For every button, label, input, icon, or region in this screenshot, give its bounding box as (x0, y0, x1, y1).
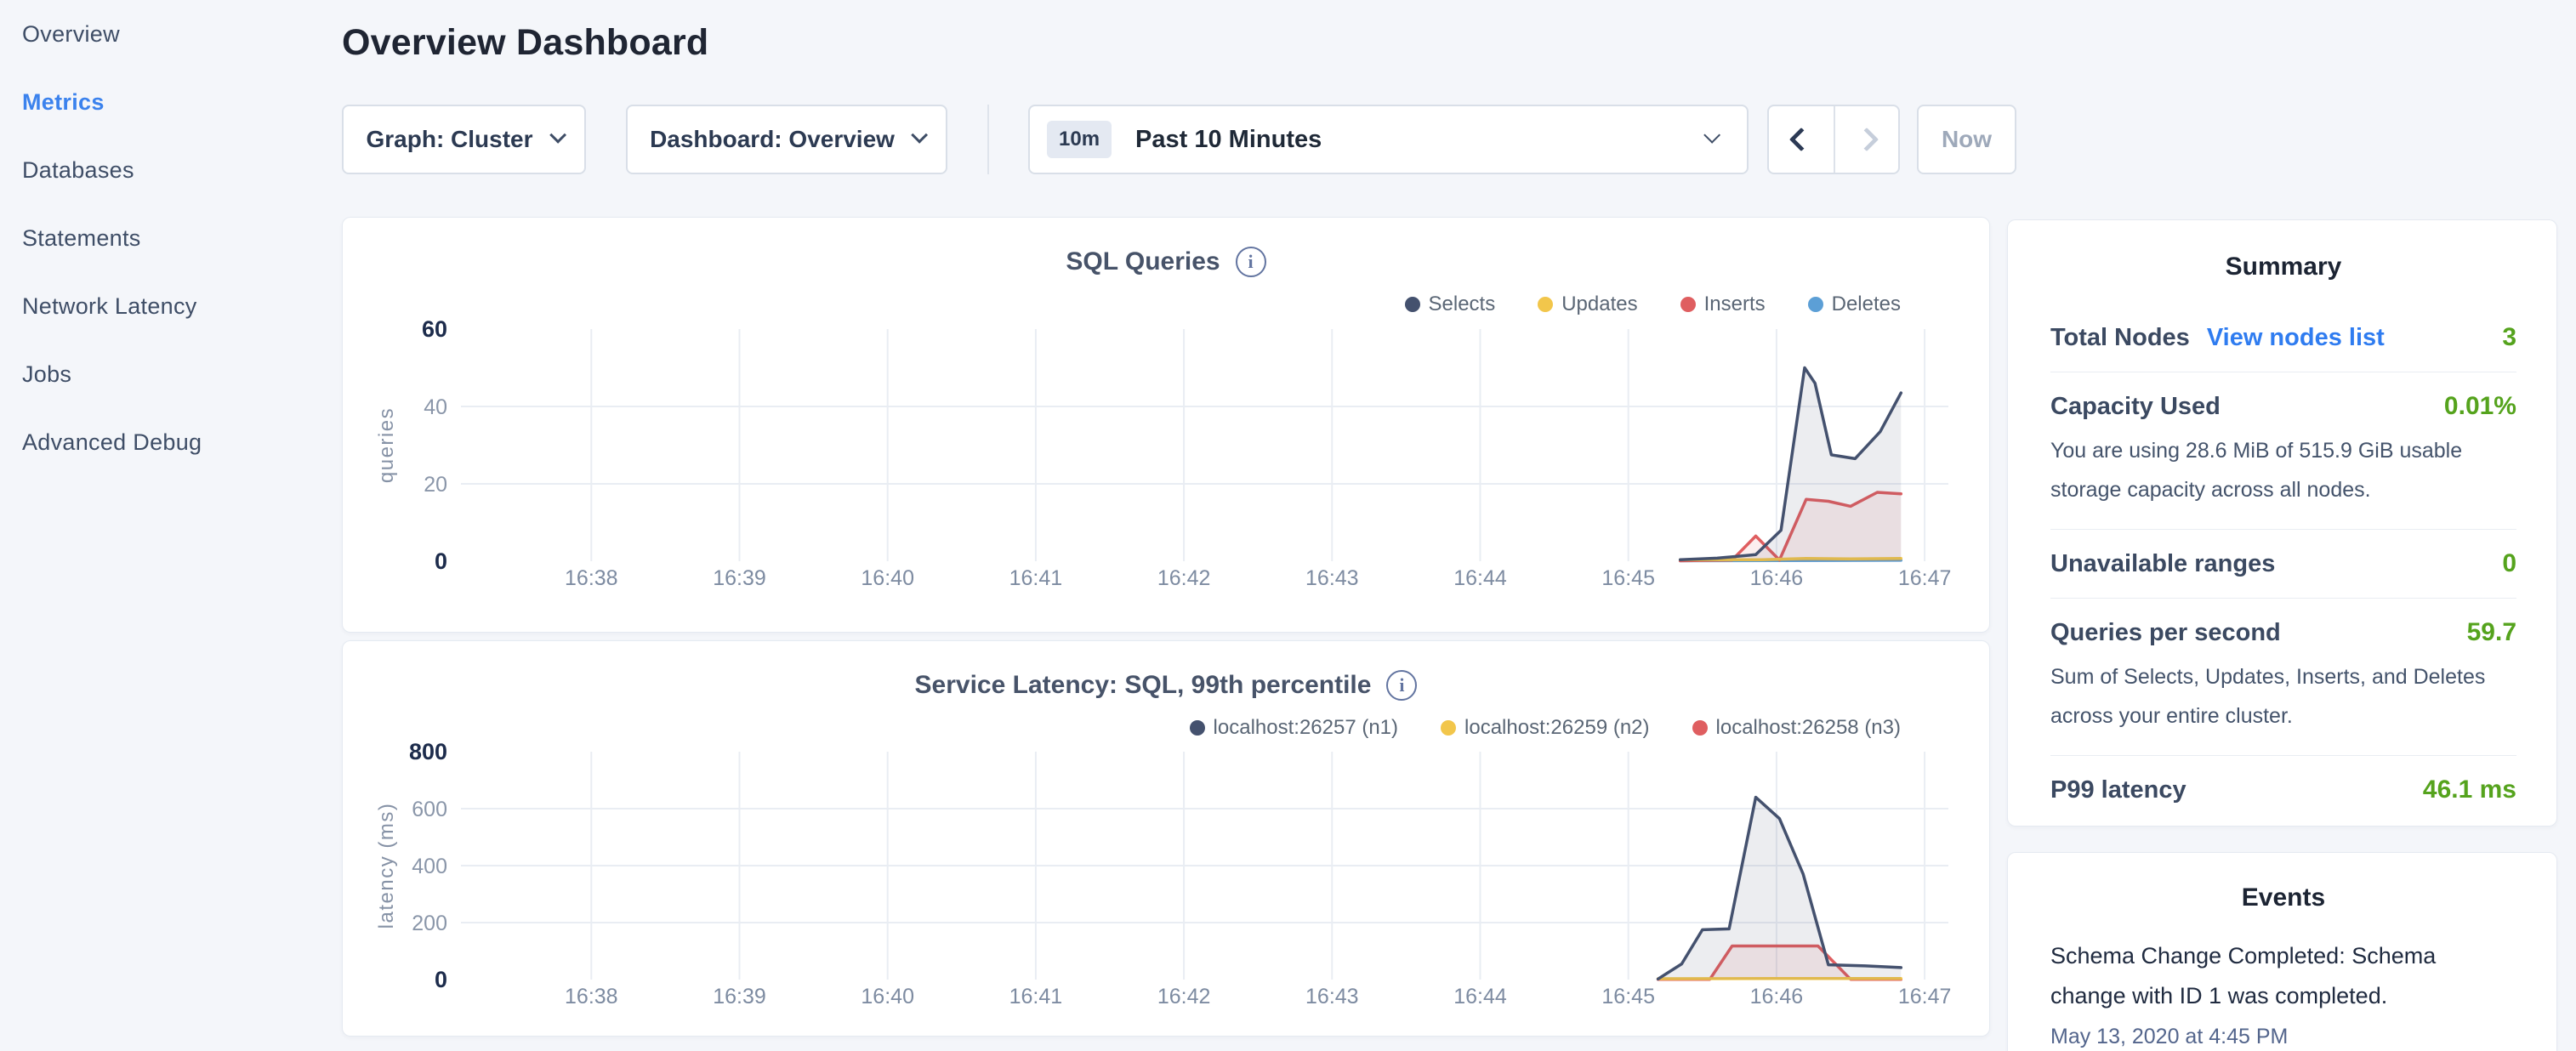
summary-row-total-nodes: Total Nodes View nodes list 3 (2050, 304, 2516, 372)
service-latency-plot: 16:38 16:39 16:40 16:41 16:42 16:43 16:44 16:45… (343, 641, 1991, 1037)
svg-text:0: 0 (435, 548, 447, 574)
sql-queries-chart-card: SQL Queries i SelectsUpdatesInsertsDelet… (342, 217, 1990, 633)
sidebar-item-label: Network Latency (22, 293, 197, 320)
svg-text:200: 200 (412, 912, 447, 935)
svg-text:16:38: 16:38 (565, 985, 618, 1008)
summary-row-capacity-used: Capacity Used 0.01% You are using 28.6 M… (2050, 372, 2516, 530)
sidebar-item-metrics[interactable]: Metrics (0, 68, 340, 136)
summary-row-value: 0.01% (2444, 392, 2516, 421)
svg-text:16:44: 16:44 (1453, 566, 1507, 590)
svg-text:20: 20 (424, 473, 447, 497)
sidebar-item-overview[interactable]: Overview (0, 0, 340, 68)
svg-text:16:39: 16:39 (713, 985, 766, 1008)
summary-row-label: Capacity Used (2050, 393, 2221, 421)
time-step-buttons (1767, 105, 1900, 174)
summary-row-value: 3 (2502, 323, 2516, 352)
svg-text:16:40: 16:40 (861, 566, 914, 590)
graph-dropdown[interactable]: Graph: Cluster (342, 105, 586, 174)
service-latency-chart-card: Service Latency: SQL, 99th percentile i … (342, 640, 1990, 1037)
time-step-back-button[interactable] (1769, 106, 1834, 173)
svg-text:16:43: 16:43 (1305, 985, 1359, 1008)
sidebar-item-network-latency[interactable]: Network Latency (0, 272, 340, 340)
events-panel: Events Schema Change Completed: Schema c… (2007, 852, 2557, 1051)
chevron-down-icon (549, 127, 566, 144)
time-step-forward-button[interactable] (1834, 106, 1898, 173)
dashboard-dropdown-label: Dashboard: Overview (650, 126, 895, 153)
summary-title: Summary (2050, 253, 2516, 281)
summary-row-label: Total Nodes (2050, 324, 2190, 352)
summary-row-description: You are using 28.6 MiB of 515.9 GiB usab… (2050, 431, 2516, 509)
summary-row-label: Unavailable ranges (2050, 550, 2275, 578)
svg-text:16:47: 16:47 (1898, 985, 1952, 1008)
view-nodes-list-link[interactable]: View nodes list (2207, 324, 2385, 352)
svg-text:0: 0 (435, 967, 447, 992)
sidebar-item-jobs[interactable]: Jobs (0, 340, 340, 408)
summary-row-value: 0 (2502, 549, 2516, 578)
svg-text:40: 40 (424, 395, 447, 419)
svg-text:queries: queries (375, 407, 398, 483)
now-button[interactable]: Now (1917, 105, 2016, 174)
summary-row-value: 46.1 ms (2423, 775, 2516, 804)
graph-dropdown-label: Graph: Cluster (366, 126, 532, 153)
sidebar-item-advanced-debug[interactable]: Advanced Debug (0, 408, 340, 476)
sidebar-item-label: Advanced Debug (22, 429, 202, 456)
events-title: Events (2050, 883, 2516, 912)
svg-text:latency (ms): latency (ms) (375, 803, 398, 929)
event-message: Schema Change Completed: Schema change w… (2050, 936, 2516, 1016)
time-range-badge: 10m (1047, 121, 1112, 158)
svg-text:16:40: 16:40 (861, 985, 914, 1008)
chevron-down-icon (911, 127, 928, 144)
time-range-selector[interactable]: 10m Past 10 Minutes (1028, 105, 1749, 174)
sidebar-item-label: Metrics (22, 89, 105, 116)
toolbar: Graph: Cluster Dashboard: Overview 10m P… (342, 105, 2016, 174)
now-button-label: Now (1942, 126, 1992, 153)
svg-text:16:46: 16:46 (1750, 985, 1804, 1008)
svg-text:16:42: 16:42 (1157, 566, 1211, 590)
svg-text:16:45: 16:45 (1601, 985, 1655, 1008)
event-list-item: Schema Change Completed: Schema change w… (2050, 936, 2516, 1049)
svg-text:600: 600 (412, 798, 447, 821)
sidebar-item-label: Overview (22, 21, 120, 48)
svg-text:16:39: 16:39 (713, 566, 766, 590)
chevron-left-icon (1789, 128, 1813, 151)
sidebar-item-databases[interactable]: Databases (0, 136, 340, 204)
chevron-right-icon (1855, 128, 1879, 151)
summary-row-unavailable-ranges: Unavailable ranges 0 (2050, 530, 2516, 599)
svg-text:16:44: 16:44 (1453, 985, 1507, 1008)
summary-row-queries-per-second: Queries per second 59.7 Sum of Selects, … (2050, 599, 2516, 756)
sidebar-item-label: Statements (22, 225, 141, 252)
svg-text:16:45: 16:45 (1601, 566, 1655, 590)
summary-row-label: P99 latency (2050, 776, 2186, 804)
svg-text:60: 60 (422, 316, 447, 342)
summary-panel: Summary Total Nodes View nodes list 3 Ca… (2007, 219, 2557, 827)
summary-row-label: Queries per second (2050, 619, 2281, 647)
svg-text:16:47: 16:47 (1898, 566, 1952, 590)
sidebar-item-label: Jobs (22, 361, 71, 388)
page-title: Overview Dashboard (342, 22, 708, 64)
svg-text:16:42: 16:42 (1157, 985, 1211, 1008)
event-timestamp: May 13, 2020 at 4:45 PM (2050, 1025, 2516, 1049)
svg-text:16:43: 16:43 (1305, 566, 1359, 590)
svg-text:16:46: 16:46 (1750, 566, 1804, 590)
svg-text:400: 400 (412, 855, 447, 878)
summary-row-description: Sum of Selects, Updates, Inserts, and De… (2050, 657, 2516, 736)
sidebar-item-label: Databases (22, 157, 134, 184)
summary-row-p99-latency: P99 latency 46.1 ms (2050, 756, 2516, 824)
time-range-label: Past 10 Minutes (1135, 126, 1322, 154)
sidebar: Overview Metrics Databases Statements Ne… (0, 0, 340, 1051)
toolbar-divider (987, 105, 989, 174)
summary-row-value: 59.7 (2467, 618, 2516, 647)
sidebar-item-statements[interactable]: Statements (0, 204, 340, 272)
svg-text:800: 800 (409, 739, 447, 764)
sql-queries-plot: 16:38 16:39 16:40 16:41 16:42 16:43 16:44 16:45… (343, 218, 1991, 633)
svg-text:16:41: 16:41 (1009, 566, 1063, 590)
svg-text:16:38: 16:38 (565, 566, 618, 590)
chevron-down-icon (1703, 127, 1720, 144)
dashboard-dropdown[interactable]: Dashboard: Overview (626, 105, 947, 174)
svg-text:16:41: 16:41 (1009, 985, 1063, 1008)
